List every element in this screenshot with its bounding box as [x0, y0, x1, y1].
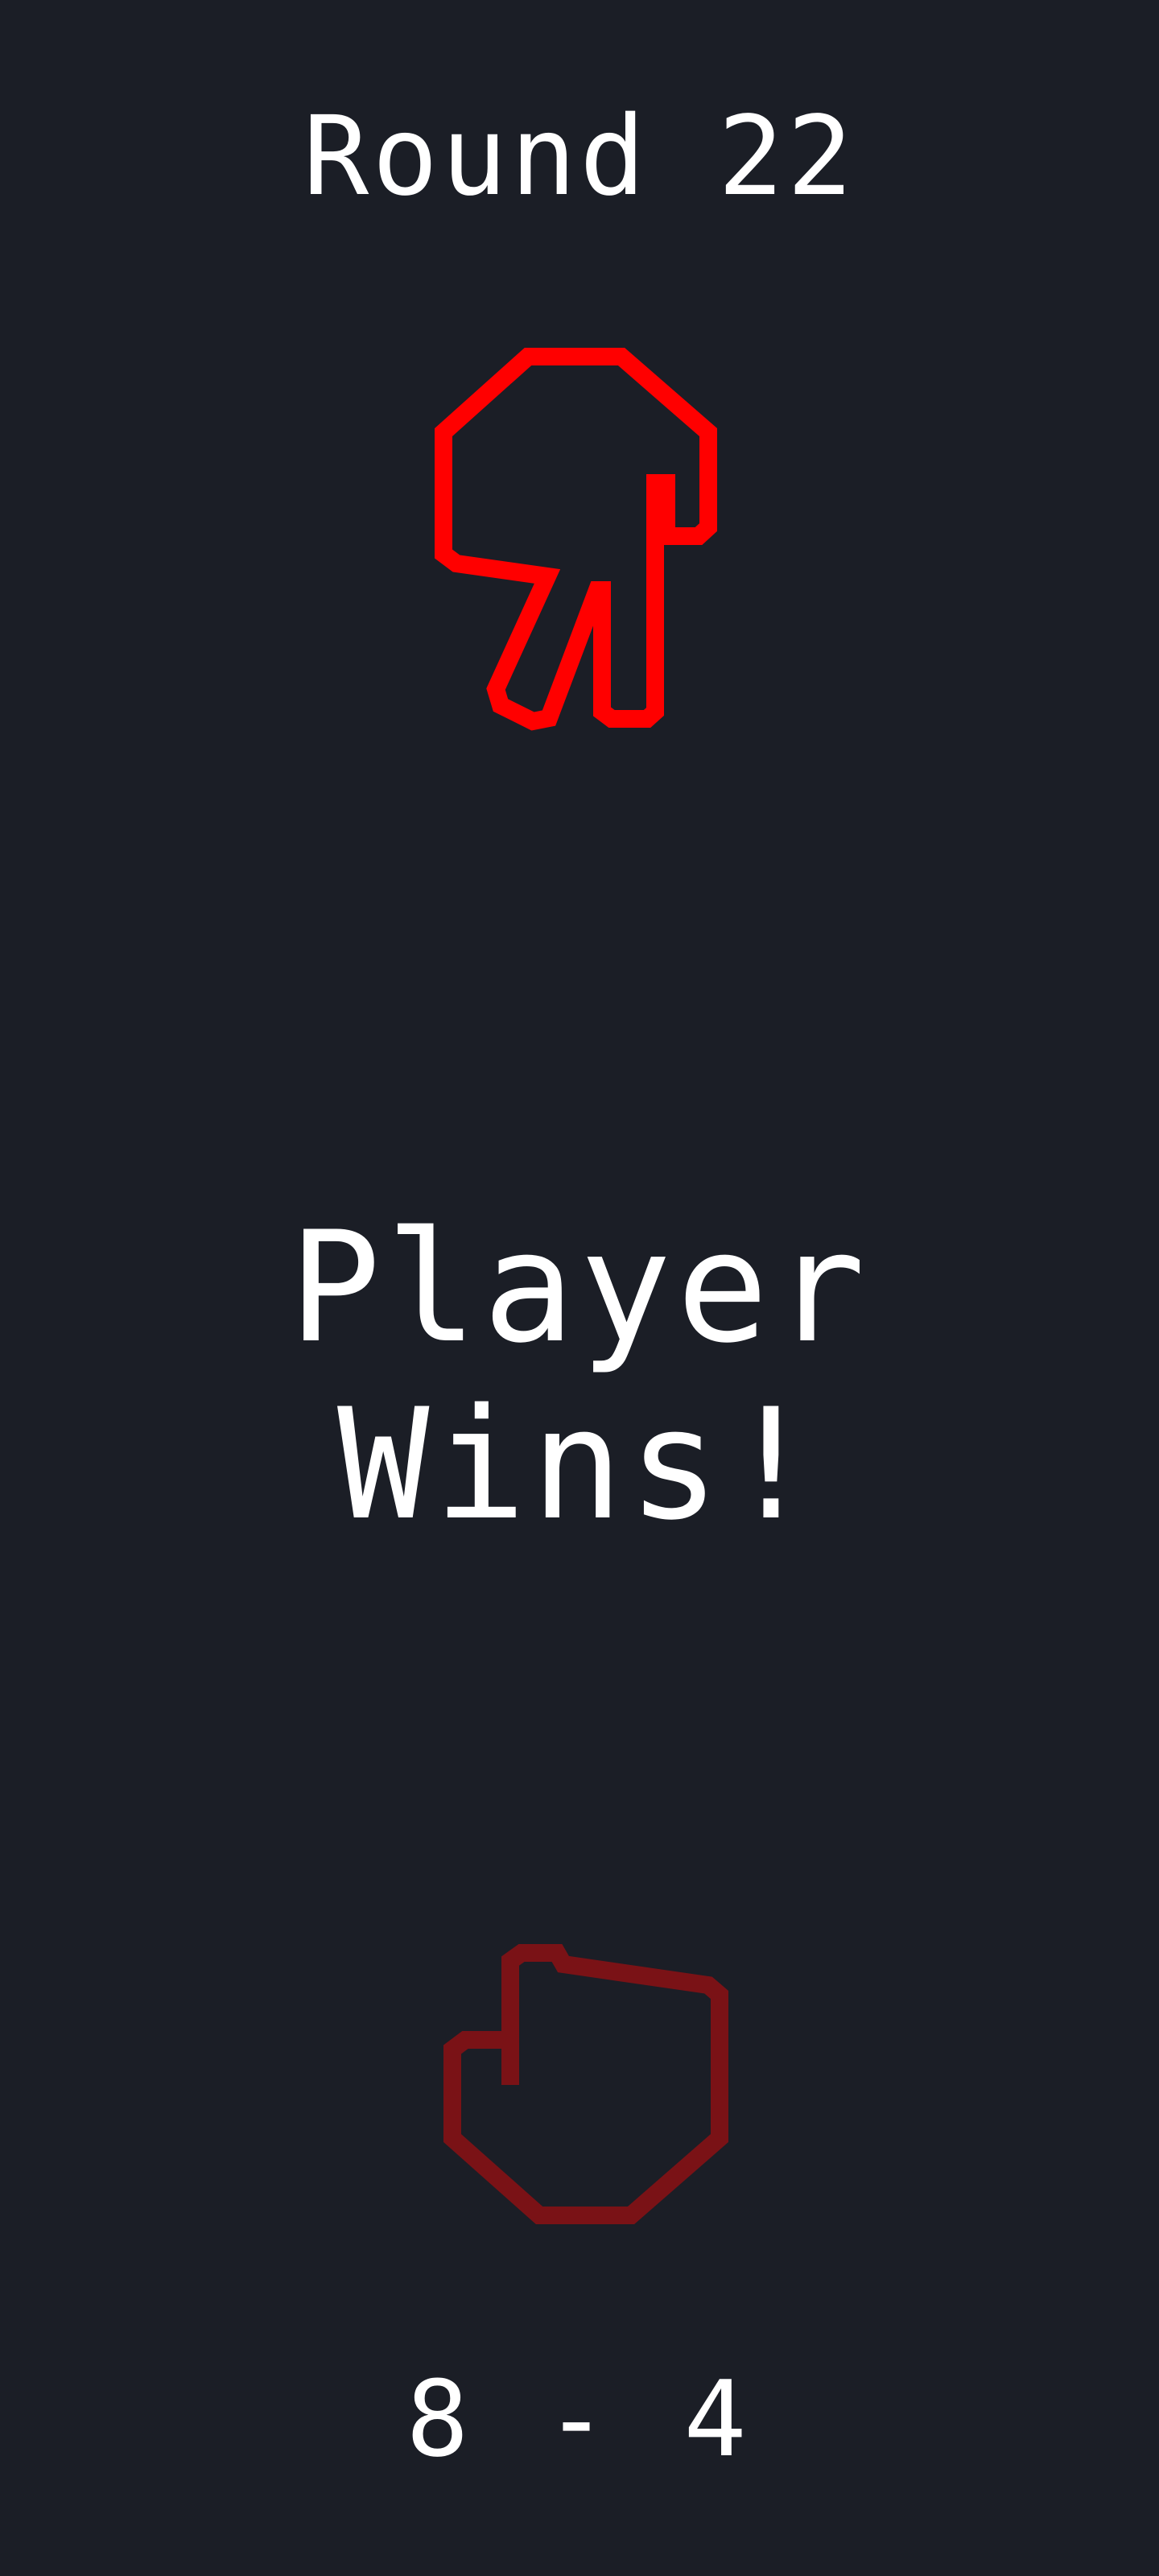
result-message: Player Wins!: [288, 1199, 871, 1554]
rock-fist-hand-icon: [443, 1944, 728, 2224]
score-display: 8 - 4: [406, 2358, 753, 2480]
player-hand-outline: [443, 1944, 728, 2224]
scissors-hand-icon: [435, 348, 717, 731]
round-title: Round 22: [303, 93, 856, 221]
opponent-hand-outline: [435, 348, 717, 731]
